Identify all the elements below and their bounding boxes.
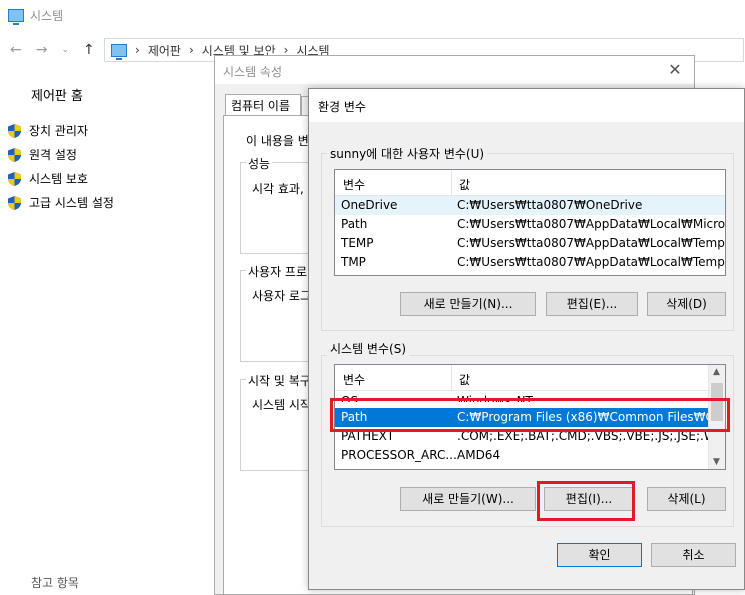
- profile-label: 사용자 프로: [246, 263, 310, 280]
- monitor-icon: [111, 43, 127, 60]
- scroll-down-icon[interactable]: ▼: [713, 457, 720, 467]
- profile-text: 사용자 로그: [252, 289, 312, 303]
- sidebar-home-link[interactable]: 제어판 홈: [31, 85, 83, 104]
- sidebar-item-remote-settings[interactable]: 원격 설정: [8, 146, 77, 163]
- breadcrumb-separator-icon: ›: [188, 43, 194, 57]
- intro-text: 이 내용을 변: [246, 134, 309, 148]
- highlight-box-path-row: [330, 398, 730, 432]
- env-title: 환경 변수: [318, 100, 366, 114]
- user-new-button[interactable]: 새로 만들기(N)...: [400, 292, 536, 316]
- back-arrow-icon[interactable]: ←: [10, 42, 22, 58]
- system-new-button[interactable]: 새로 만들기(W)...: [400, 487, 536, 511]
- col-variable[interactable]: 변수: [343, 176, 365, 193]
- shield-icon: [8, 123, 21, 138]
- shield-icon: [8, 147, 21, 162]
- properties-titlebar: [215, 56, 694, 84]
- system-vars-label: 시스템 변수(S): [327, 340, 409, 357]
- col-value[interactable]: 값: [459, 371, 470, 388]
- list-header: 변수 값: [335, 170, 725, 196]
- list-item[interactable]: Path C:₩Users₩tta0807₩AppData₩Local₩Micr…: [335, 215, 725, 234]
- close-icon[interactable]: ✕: [664, 59, 686, 81]
- tab-computer-name[interactable]: 컴퓨터 이름: [225, 94, 301, 116]
- user-vars-list[interactable]: 변수 값 OneDrive C:₩Users₩tta0807₩OneDrive …: [334, 169, 726, 276]
- scroll-up-icon[interactable]: ▲: [713, 367, 720, 377]
- cancel-button[interactable]: 취소: [651, 543, 736, 567]
- see-also-heading: 참고 항목: [31, 576, 79, 590]
- sidebar-item-system-protection[interactable]: 시스템 보호: [8, 170, 88, 187]
- highlight-box-edit-button: [537, 481, 635, 521]
- shield-icon: [8, 171, 21, 186]
- breadcrumb-item[interactable]: 제어판: [148, 42, 181, 59]
- user-edit-button[interactable]: 편집(E)...: [546, 292, 638, 316]
- env-titlebar: [309, 89, 744, 122]
- startup-text: 시스템 시작: [252, 398, 312, 412]
- system-delete-button[interactable]: 삭제(L): [647, 487, 726, 511]
- monitor-icon: [8, 8, 24, 25]
- col-variable[interactable]: 변수: [343, 371, 365, 388]
- user-delete-button[interactable]: 삭제(D): [647, 292, 726, 316]
- breadcrumb-separator-icon: ›: [135, 43, 140, 57]
- environment-variables-dialog: 환경 변수 sunny에 대한 사용자 변수(U) 변수 값 OneDrive …: [308, 88, 745, 590]
- list-item[interactable]: OneDrive C:₩Users₩tta0807₩OneDrive: [335, 196, 725, 215]
- list-item[interactable]: TEMP C:₩Users₩tta0807₩AppData₩Local₩Temp: [335, 234, 725, 253]
- shield-icon: [8, 195, 21, 210]
- list-item[interactable]: PROCESSOR_ARC... AMD64: [335, 446, 725, 465]
- list-item[interactable]: TMP C:₩Users₩tta0807₩AppData₩Local₩Temp: [335, 253, 725, 272]
- forward-arrow-icon[interactable]: →: [36, 42, 48, 58]
- user-vars-label: sunny에 대한 사용자 변수(U): [327, 145, 488, 162]
- chevron-down-icon[interactable]: ⌄: [61, 45, 69, 55]
- startup-label: 시작 및 복구: [246, 372, 313, 389]
- nav-buttons: ← → ⌄ ↑: [10, 38, 95, 62]
- sidebar-item-device-manager[interactable]: 장치 관리자: [8, 122, 88, 139]
- performance-label: 성능: [246, 155, 273, 172]
- ok-button[interactable]: 확인: [557, 543, 642, 567]
- up-arrow-icon[interactable]: ↑: [83, 42, 95, 58]
- list-header: 변수 값: [335, 365, 725, 391]
- sidebar-item-advanced-settings[interactable]: 고급 시스템 설정: [8, 194, 114, 211]
- properties-title: 시스템 속성: [223, 65, 283, 79]
- performance-text: 시각 효과,: [252, 182, 304, 196]
- col-value[interactable]: 값: [459, 176, 470, 193]
- system-window-title: 시스템: [8, 4, 63, 26]
